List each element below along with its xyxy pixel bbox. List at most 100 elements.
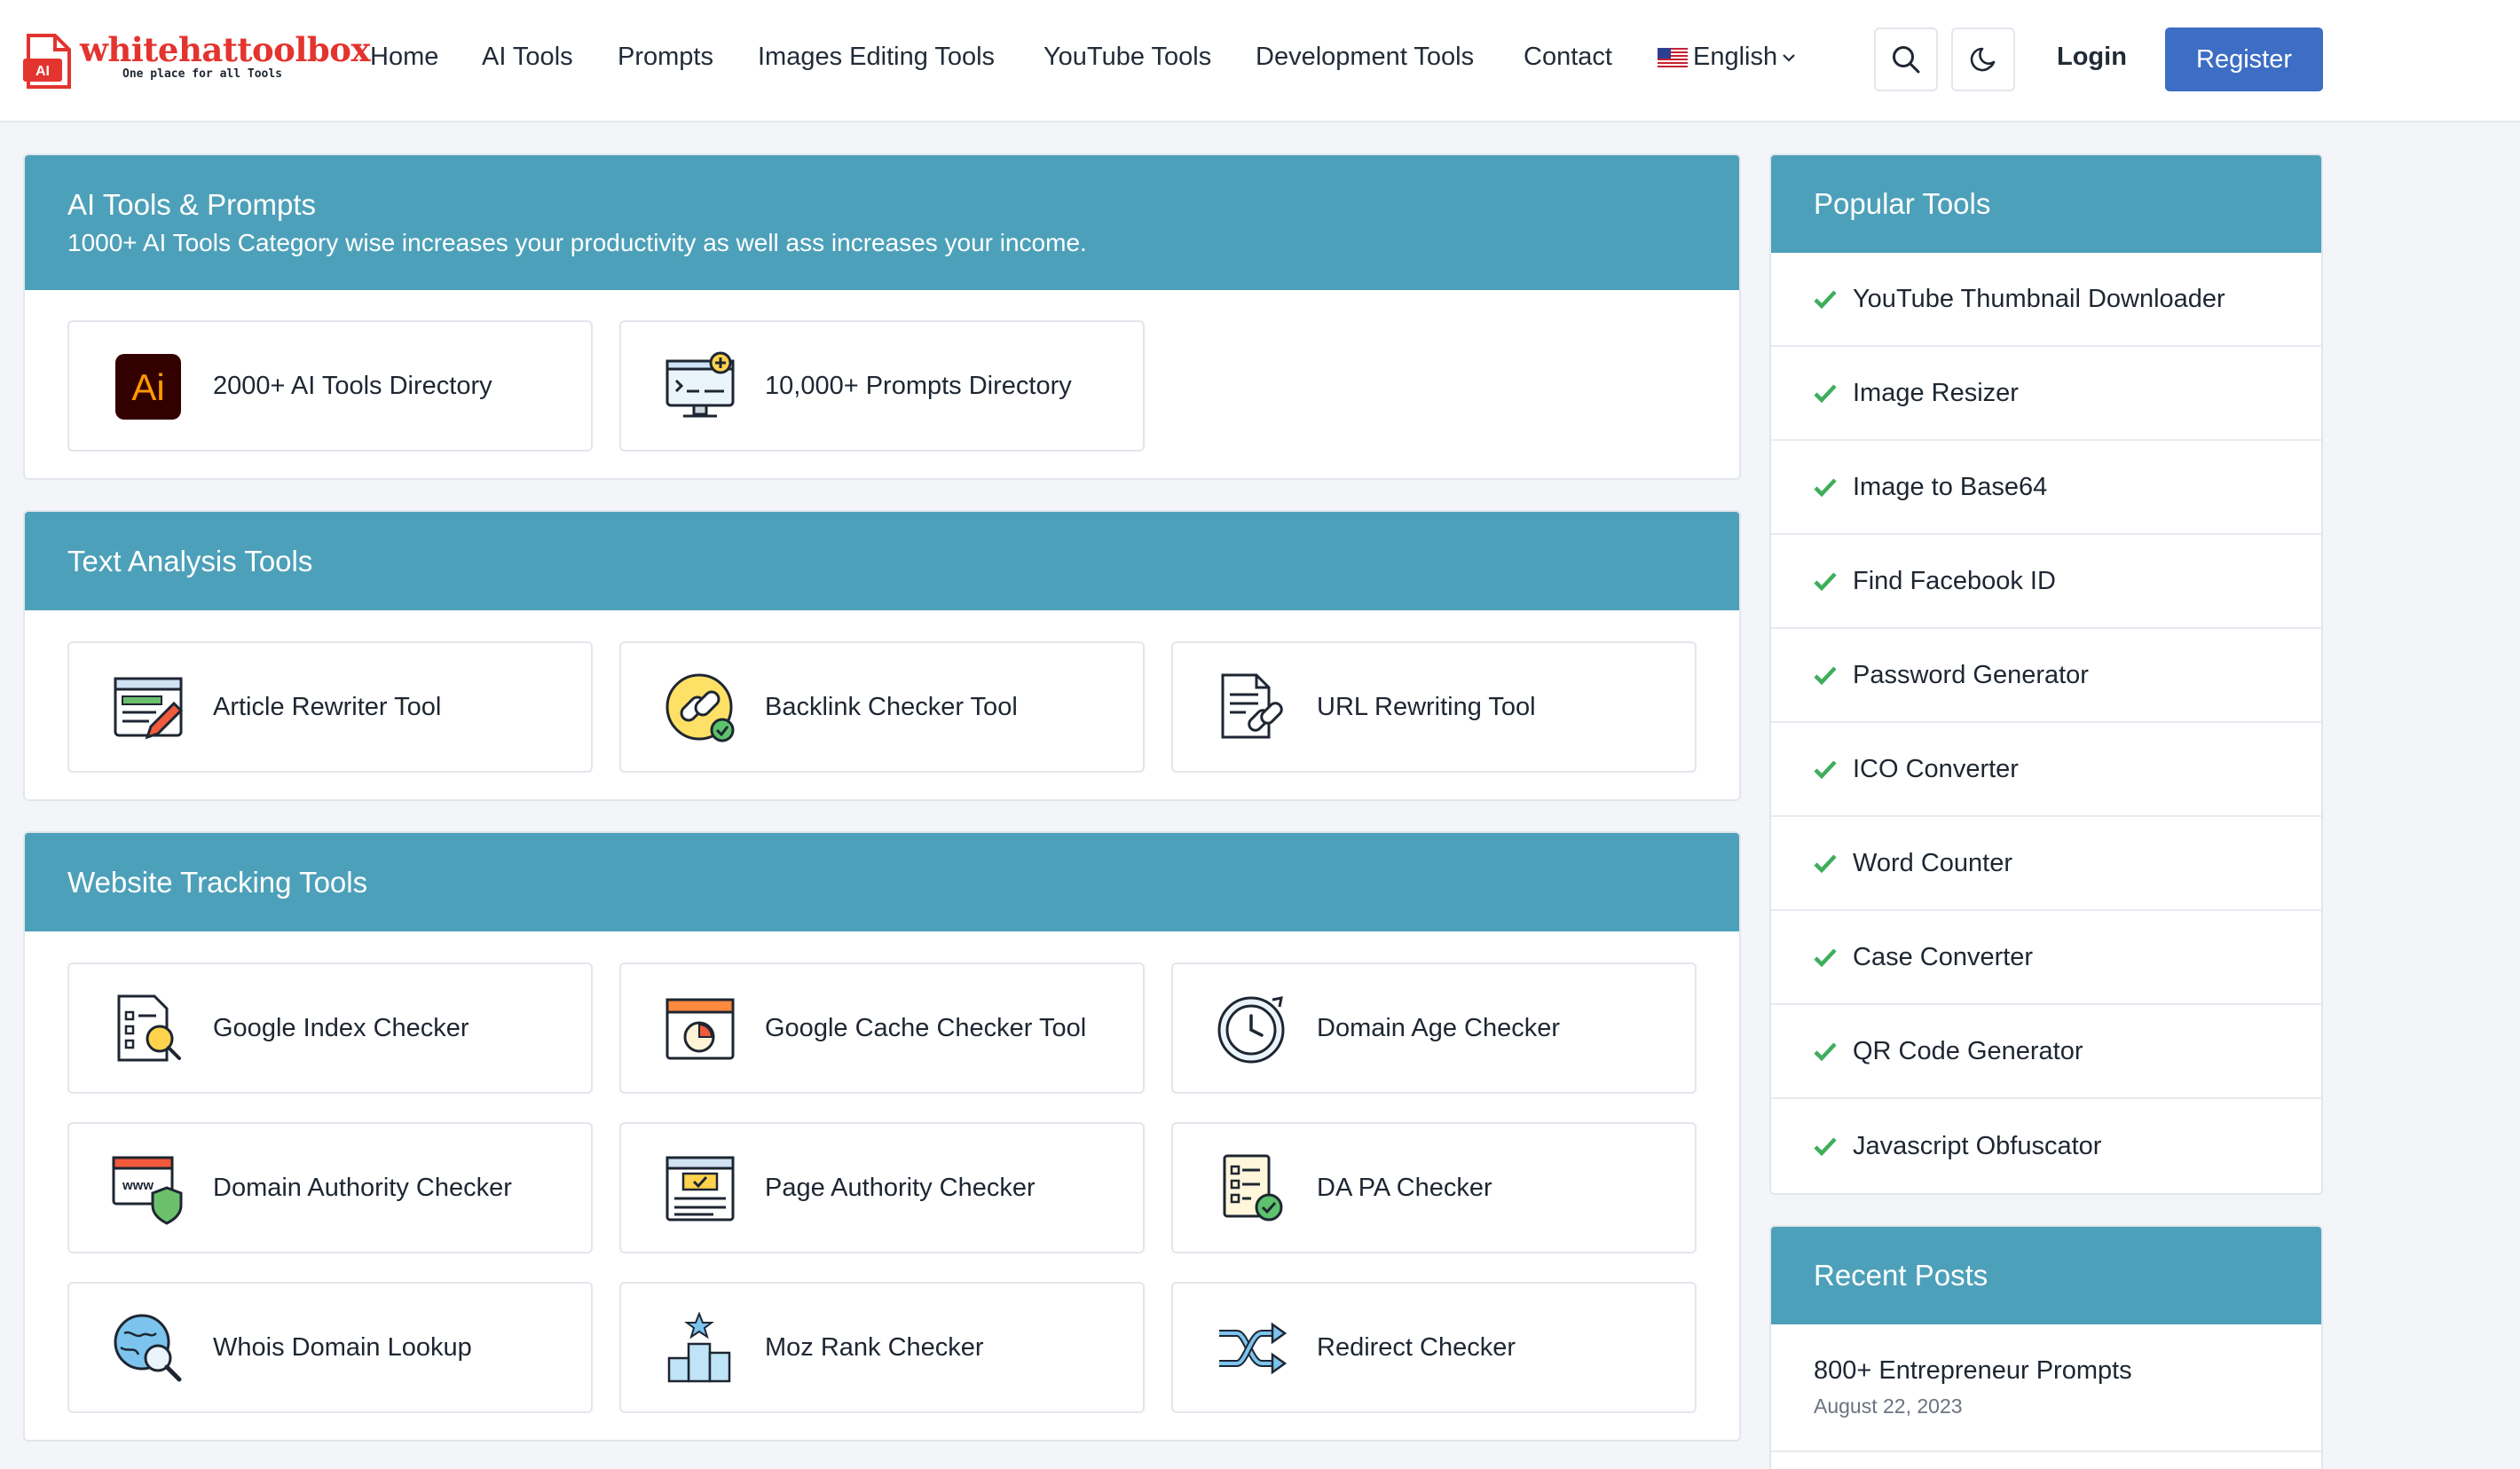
tile-domain-age-checker[interactable]: Domain Age Checker <box>1171 962 1697 1094</box>
popular-tool-label: Find Facebook ID <box>1853 566 2056 595</box>
tile-moz-rank-checker[interactable]: Moz Rank Checker <box>619 1282 1145 1413</box>
register-button[interactable]: Register <box>2165 27 2323 91</box>
podium-star-icon <box>667 1312 731 1383</box>
recent-post-item[interactable]: 800+ Entrepreneur Prompts August 22, 202… <box>1771 1324 2321 1452</box>
check-icon <box>1814 854 1837 873</box>
browser-gauge-icon <box>665 998 735 1060</box>
popular-tool-label: Password Generator <box>1853 660 2089 689</box>
globe-search-icon <box>114 1314 182 1382</box>
check-icon <box>1814 1042 1837 1061</box>
shuffle-arrows-icon <box>1219 1322 1288 1375</box>
section-text-analysis-tools: Text Analysis Tools Article Rewriter Too… <box>23 510 1741 801</box>
popular-tool-label: ICO Converter <box>1853 754 2019 783</box>
tile-label: Moz Rank Checker <box>765 1332 984 1362</box>
nav-development-tools[interactable]: Development Tools <box>1256 43 1474 72</box>
tile-label: 2000+ AI Tools Directory <box>213 371 492 400</box>
tile-ai-tools-directory[interactable]: Ai 2000+ AI Tools Directory <box>67 320 593 452</box>
popular-tool-item[interactable]: Password Generator <box>1771 629 2321 723</box>
popular-tools-panel: Popular Tools YouTube Thumbnail Download… <box>1769 153 2323 1195</box>
tile-page-authority-checker[interactable]: Page Authority Checker <box>619 1122 1145 1253</box>
popular-tool-item[interactable]: Word Counter <box>1771 817 2321 911</box>
popular-tool-label: Word Counter <box>1853 848 2012 877</box>
tile-google-index-checker[interactable]: Google Index Checker <box>67 962 593 1094</box>
nav-images-editing-tools[interactable]: Images Editing Tools <box>758 43 995 72</box>
section-title: Text Analysis Tools <box>67 544 313 577</box>
tile-backlink-checker[interactable]: Backlink Checker Tool <box>619 641 1145 773</box>
popular-tool-item[interactable]: Case Converter <box>1771 911 2321 1005</box>
popular-tool-item[interactable]: Find Facebook ID <box>1771 535 2321 629</box>
language-label: English <box>1693 43 1778 71</box>
tile-label: Page Authority Checker <box>765 1173 1036 1202</box>
tile-prompts-directory[interactable]: 10,000+ Prompts Directory <box>619 320 1145 452</box>
tile-label: Domain Age Checker <box>1317 1013 1561 1042</box>
nav-ai-tools[interactable]: AI Tools <box>482 43 573 72</box>
popular-tools-title: Popular Tools <box>1771 155 2321 253</box>
www-shield-icon: www <box>112 1156 183 1225</box>
top-navbar: AI whitehattoolbox One place for all Too… <box>0 0 2520 122</box>
popular-tool-label: Case Converter <box>1853 942 2034 971</box>
dark-mode-toggle[interactable] <box>1951 27 2015 91</box>
tile-label: Google Index Checker <box>213 1013 469 1042</box>
tile-redirect-checker[interactable]: Redirect Checker <box>1171 1282 1697 1413</box>
section-header: Website Tracking Tools <box>25 833 1739 931</box>
tile-label: Domain Authority Checker <box>213 1173 512 1202</box>
tile-label: URL Rewriting Tool <box>1317 692 1536 721</box>
clock-icon <box>1217 996 1285 1064</box>
ai-logo-text: Ai <box>131 366 164 408</box>
section-ai-tools-prompts: AI Tools & Prompts 1000+ AI Tools Catego… <box>23 153 1741 480</box>
section-title: AI Tools & Prompts <box>67 188 317 221</box>
tile-article-rewriter[interactable]: Article Rewriter Tool <box>67 641 593 773</box>
ai-logo-icon: Ai <box>115 354 181 420</box>
tile-label: DA PA Checker <box>1317 1173 1492 1202</box>
document-pencil-icon <box>114 677 184 740</box>
check-icon <box>1814 572 1837 591</box>
nav-prompts[interactable]: Prompts <box>618 43 713 72</box>
popular-tool-label: QR Code Generator <box>1853 1036 2083 1065</box>
recent-post-date: August 22, 2023 <box>1814 1394 1963 1418</box>
popular-tool-item[interactable]: ICO Converter <box>1771 723 2321 817</box>
nav-contact[interactable]: Contact <box>1524 43 1612 72</box>
tile-domain-authority-checker[interactable]: www Domain Authority Checker <box>67 1122 593 1253</box>
tile-label: Redirect Checker <box>1317 1332 1516 1362</box>
tile-label: 10,000+ Prompts Directory <box>765 371 1072 400</box>
recent-post-title: 800+ Entrepreneur Prompts <box>1814 1356 2132 1385</box>
popular-tool-label: YouTube Thumbnail Downloader <box>1853 284 2225 313</box>
monitor-code-icon <box>665 351 735 418</box>
search-button[interactable] <box>1874 27 1938 91</box>
brand-name: whitehattoolbox <box>80 30 371 69</box>
popular-tool-item[interactable]: Image to Base64 <box>1771 441 2321 535</box>
checklist-icon <box>1223 1154 1283 1222</box>
check-icon <box>1814 666 1837 685</box>
login-link[interactable]: Login <box>2057 43 2127 72</box>
nav-youtube-tools[interactable]: YouTube Tools <box>1043 43 1211 72</box>
tile-label: Article Rewriter Tool <box>213 692 442 721</box>
tile-label: Google Cache Checker Tool <box>765 1013 1087 1042</box>
recent-posts-panel: Recent Posts 800+ Entrepreneur Prompts A… <box>1769 1225 2323 1469</box>
popular-tool-label: Image to Base64 <box>1853 472 2048 501</box>
tile-whois-domain-lookup[interactable]: Whois Domain Lookup <box>67 1282 593 1413</box>
brand-logo[interactable]: AI whitehattoolbox One place for all Too… <box>23 28 371 92</box>
section-header: Text Analysis Tools <box>25 512 1739 610</box>
tile-url-rewriting[interactable]: URL Rewriting Tool <box>1171 641 1697 773</box>
section-title: Website Tracking Tools <box>67 865 368 899</box>
brand-tagline: One place for all Tools <box>122 67 283 81</box>
nav-home[interactable]: Home <box>370 43 438 72</box>
tile-da-pa-checker[interactable]: DA PA Checker <box>1171 1122 1697 1253</box>
us-flag-icon <box>1658 48 1688 67</box>
browser-list-icon <box>665 1156 735 1222</box>
moon-icon <box>1970 47 1996 72</box>
tile-google-cache-checker[interactable]: Google Cache Checker Tool <box>619 962 1145 1094</box>
check-icon <box>1814 478 1837 497</box>
popular-tool-item[interactable]: QR Code Generator <box>1771 1005 2321 1099</box>
check-icon <box>1814 1137 1837 1156</box>
popular-tool-item[interactable]: Javascript Obfuscator <box>1771 1099 2321 1193</box>
link-check-icon <box>665 673 735 742</box>
language-selector[interactable]: English <box>1658 43 1797 78</box>
popular-tool-item[interactable]: YouTube Thumbnail Downloader <box>1771 253 2321 347</box>
chevron-down-icon <box>1783 54 1795 62</box>
popular-tool-item[interactable]: Image Resizer <box>1771 347 2321 441</box>
check-icon <box>1814 384 1837 403</box>
popular-tool-label: Javascript Obfuscator <box>1853 1131 2102 1160</box>
section-header: AI Tools & Prompts 1000+ AI Tools Catego… <box>25 155 1739 290</box>
svg-text:www: www <box>122 1178 154 1193</box>
